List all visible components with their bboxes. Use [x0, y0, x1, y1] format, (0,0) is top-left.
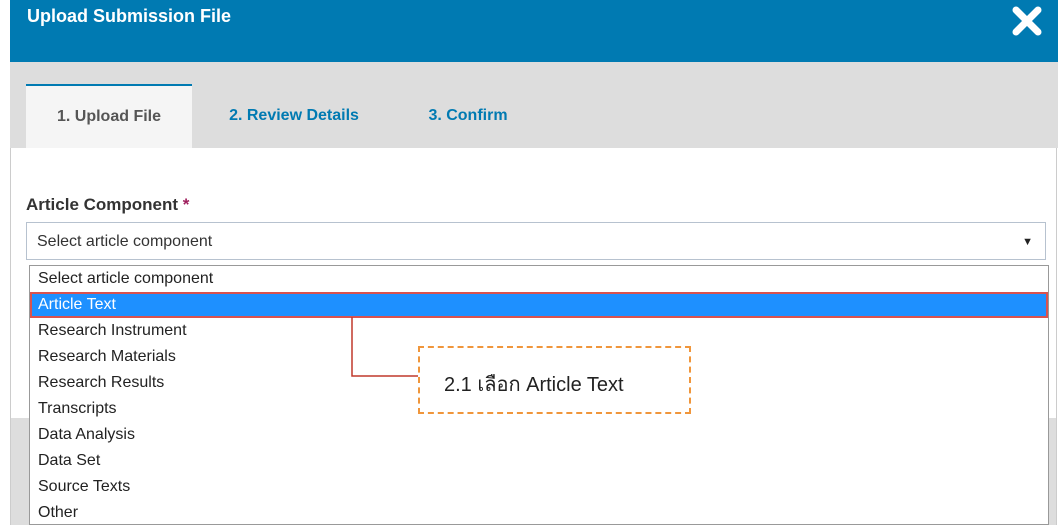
article-component-label-text: Article Component	[26, 195, 179, 214]
article-component-select[interactable]: Select article component ▼	[26, 222, 1046, 260]
option-select-article-component[interactable]: Select article component	[30, 266, 1048, 292]
tab-upload-file[interactable]: 1. Upload File	[26, 84, 192, 148]
modal-title: Upload Submission File	[27, 6, 232, 26]
tab-review-details[interactable]: 2. Review Details	[208, 84, 380, 148]
option-other[interactable]: Other	[30, 500, 1048, 524]
close-icon[interactable]	[1010, 4, 1044, 38]
annotation-text: 2.1 เลือก Article Text	[444, 374, 624, 396]
option-data-analysis[interactable]: Data Analysis	[30, 422, 1048, 448]
content-border-right	[1056, 148, 1057, 525]
option-research-instrument[interactable]: Research Instrument	[30, 318, 1048, 344]
annotation-callout: 2.1 เลือก Article Text	[418, 346, 691, 414]
required-marker: *	[182, 195, 190, 214]
tab-bar: 1. Upload File 2. Review Details 3. Conf…	[10, 62, 1058, 148]
article-component-label: Article Component *	[26, 195, 189, 215]
modal-header: Upload Submission File	[10, 0, 1058, 62]
chevron-down-icon: ▼	[1022, 236, 1033, 248]
option-article-text[interactable]: Article Text	[30, 292, 1048, 318]
option-data-set[interactable]: Data Set	[30, 448, 1048, 474]
select-value: Select article component	[37, 233, 213, 250]
option-source-texts[interactable]: Source Texts	[30, 474, 1048, 500]
tab-confirm[interactable]: 3. Confirm	[405, 84, 531, 148]
